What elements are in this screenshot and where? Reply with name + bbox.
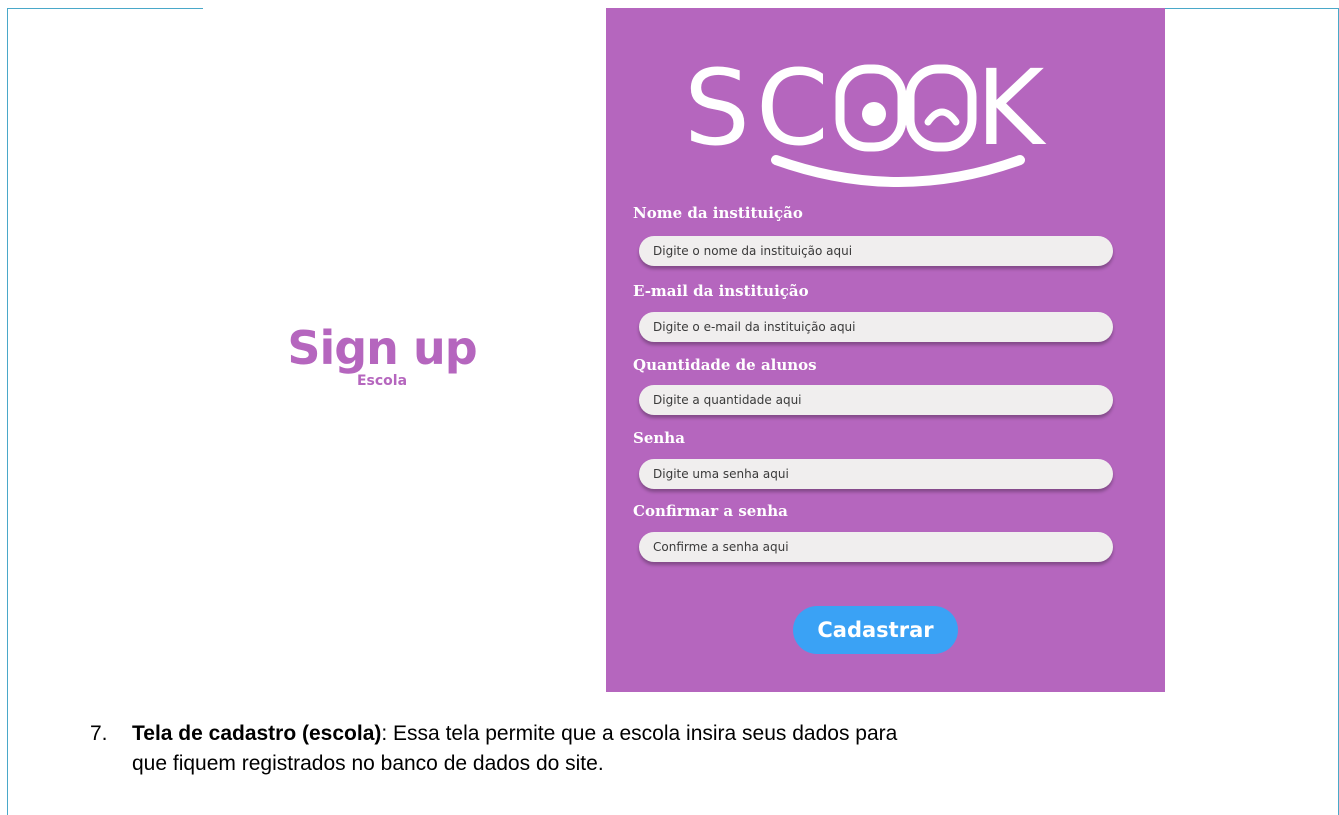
caption-text-line2: que fiquem registrados no banco de dados… [132, 752, 604, 775]
password-label: Senha [633, 429, 685, 447]
document-frame-left [7, 8, 8, 815]
institution-name-label: Nome da instituição [633, 204, 803, 222]
caption-paragraph: 7. Tela de cadastro (escola): Essa tela … [90, 719, 1310, 779]
student-count-label: Quantidade de alunos [633, 356, 817, 374]
signup-form-panel: S C K Nome da instituição E-mail da inst… [606, 8, 1165, 692]
student-count-input[interactable] [639, 385, 1113, 415]
document-frame-top [7, 8, 203, 9]
signup-title: Sign up [287, 321, 477, 375]
institution-email-label: E-mail da instituição [633, 282, 809, 300]
signup-subtitle: Escola [356, 373, 408, 389]
caption-text-line1: : Essa tela permite que a escola insira … [381, 722, 898, 745]
caption-number: 7. [90, 722, 108, 745]
register-button[interactable]: Cadastrar [793, 606, 958, 654]
password-input[interactable] [639, 459, 1113, 489]
institution-name-input[interactable] [639, 236, 1113, 266]
caption-bold-title: Tela de cadastro (escola) [132, 722, 382, 745]
svg-text:S: S [684, 56, 750, 169]
confirm-password-label: Confirmar a senha [633, 502, 788, 520]
confirm-password-input[interactable] [639, 532, 1113, 562]
signup-heading: Sign up Escola [262, 325, 502, 389]
svg-text:K: K [976, 56, 1047, 169]
institution-email-input[interactable] [639, 312, 1113, 342]
document-frame-top [1165, 8, 1339, 9]
scook-logo: S C K [684, 56, 1084, 196]
svg-text:C: C [756, 56, 829, 169]
